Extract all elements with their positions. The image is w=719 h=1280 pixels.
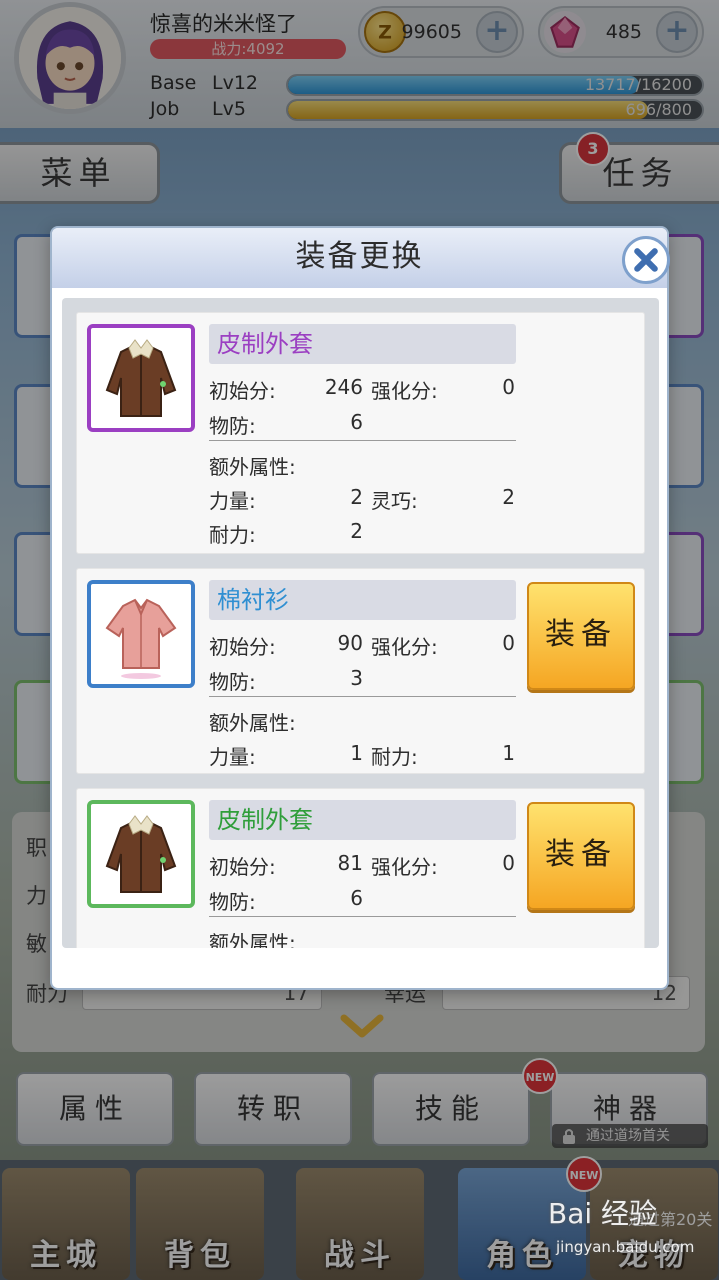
init-score-value: 81 (337, 851, 363, 875)
attr-value: 1 (502, 741, 515, 765)
attr-value: 2 (350, 485, 363, 509)
item-name: 皮制外套 (209, 800, 516, 840)
leather-jacket-icon (105, 815, 177, 893)
enhance-score-label: 强化分: (371, 855, 438, 879)
extra-attrs-label: 额外属性: (209, 711, 296, 735)
equipment-list[interactable]: 皮制外套 初始分: 246 强化分: 0 物防: 6 额外属性: 力量: 2 灵… (62, 298, 659, 948)
attr-label: 耐力: (371, 745, 418, 769)
equipment-item-card: 棉衬衫 初始分: 90 强化分: 0 物防: 3 额外属性: 力量: 1 耐力:… (76, 568, 645, 774)
enhance-score-label: 强化分: (371, 635, 438, 659)
equip-button[interactable]: 装备 (527, 802, 635, 910)
enhance-score-value: 0 (502, 375, 515, 399)
item-name: 皮制外套 (209, 324, 516, 364)
phys-def-label: 物防: (209, 414, 256, 438)
phys-def-label: 物防: (209, 890, 256, 914)
divider (209, 696, 516, 697)
divider (209, 916, 516, 917)
baidu-watermark-url: jingyan.baidu.com (556, 1238, 695, 1256)
extra-attrs-label: 额外属性: (209, 931, 296, 948)
enhance-score-label: 强化分: (371, 379, 438, 403)
phys-def-value: 6 (350, 886, 363, 910)
dialog-header: 装备更换 (52, 228, 670, 288)
init-score-label: 初始分: (209, 379, 276, 403)
attr-value: 2 (350, 519, 363, 543)
attr-value: 2 (502, 485, 515, 509)
leather-jacket-icon (105, 339, 177, 417)
attr-label: 力量: (209, 489, 256, 513)
equipment-item-card: 皮制外套 初始分: 81 强化分: 0 物防: 6 额外属性: 装备 (76, 788, 645, 948)
enhance-score-value: 0 (502, 631, 515, 655)
baidu-watermark: Bai 经验 (548, 1197, 658, 1230)
equip-button[interactable]: 装备 (527, 582, 635, 690)
enhance-score-value: 0 (502, 851, 515, 875)
close-icon (634, 248, 658, 272)
phys-def-label: 物防: (209, 670, 256, 694)
init-score-value: 246 (324, 375, 363, 399)
phys-def-value: 6 (350, 410, 363, 434)
attr-value: 1 (350, 741, 363, 765)
dialog-title: 装备更换 (295, 239, 424, 274)
init-score-label: 初始分: (209, 855, 276, 879)
phys-def-value: 3 (350, 666, 363, 690)
init-score-label: 初始分: (209, 635, 276, 659)
close-button[interactable] (622, 236, 670, 284)
attr-label: 灵巧: (371, 489, 418, 513)
attr-label: 耐力: (209, 523, 256, 547)
cotton-shirt-icon (105, 598, 177, 679)
item-name: 棉衬衫 (209, 580, 516, 620)
item-thumbnail[interactable] (87, 580, 195, 688)
attr-label: 力量: (209, 745, 256, 769)
item-thumbnail[interactable] (87, 324, 195, 432)
init-score-value: 90 (337, 631, 363, 655)
extra-attrs-label: 额外属性: (209, 455, 296, 479)
item-thumbnail[interactable] (87, 800, 195, 908)
equipment-swap-dialog: 装备更换 皮制外套 初始分: 246 强化分: 0 物防: 6 额外属性: 力量… (50, 226, 670, 990)
equipment-item-card: 皮制外套 初始分: 246 强化分: 0 物防: 6 额外属性: 力量: 2 灵… (76, 312, 645, 554)
divider (209, 440, 516, 441)
